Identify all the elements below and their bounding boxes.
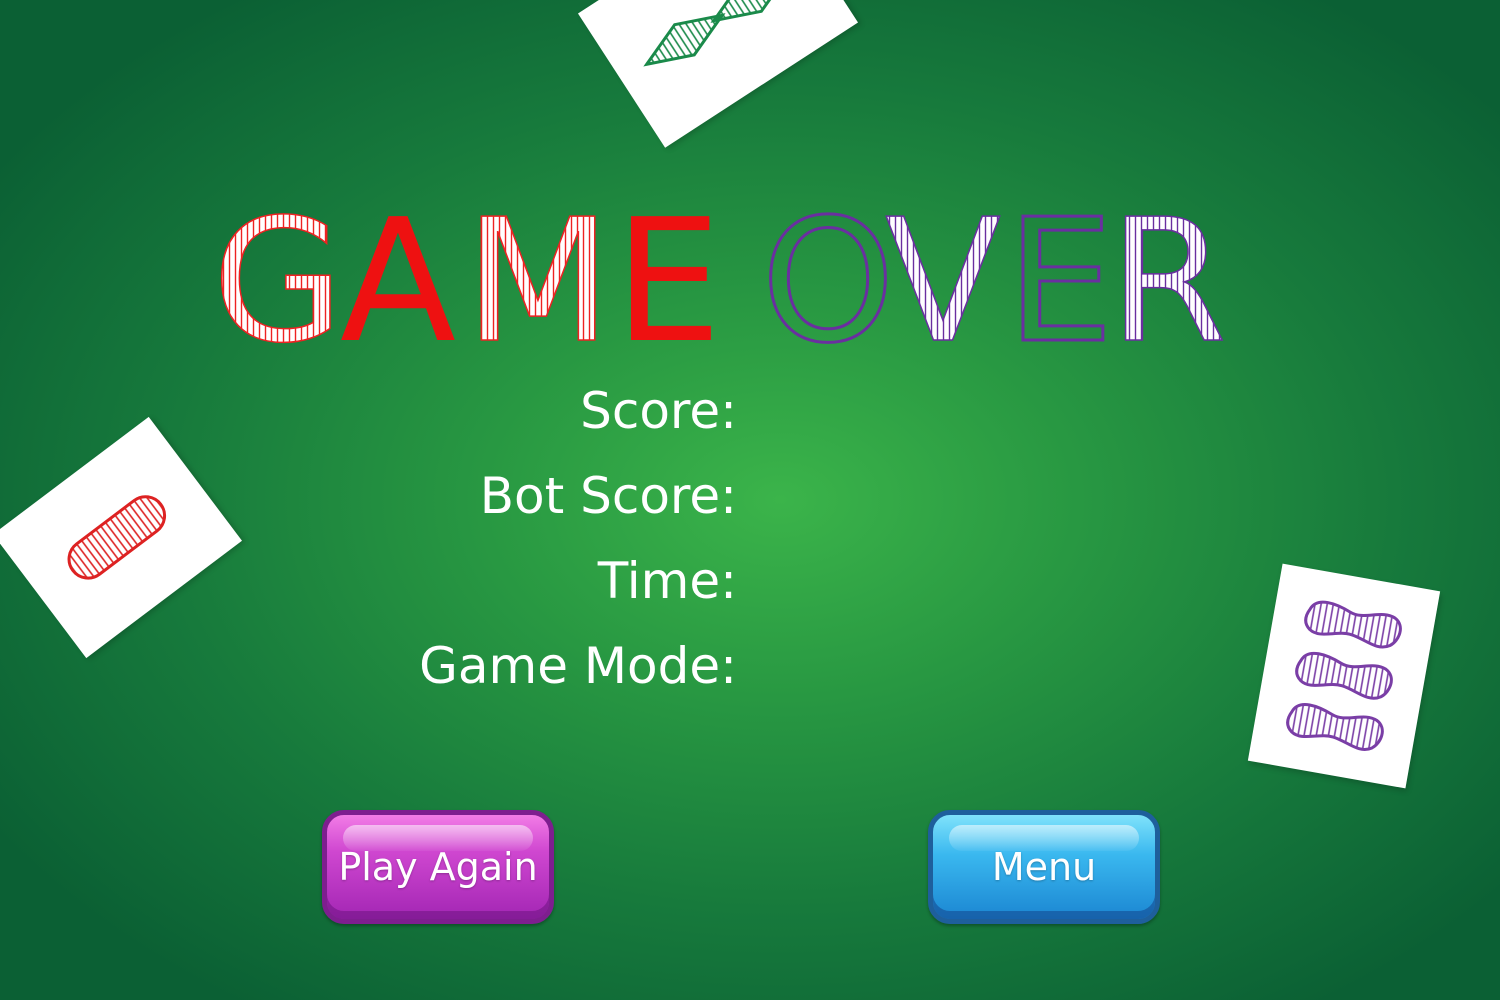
menu-button[interactable]: Menu (928, 810, 1160, 924)
card-purple-squiggles (1247, 563, 1441, 789)
title-letter-o: O (761, 183, 895, 381)
card-red-oval (0, 416, 243, 659)
title-letter-g: G (212, 183, 344, 381)
title-letter-m: M (465, 183, 612, 381)
play-again-button[interactable]: Play Again (322, 810, 554, 924)
time-label: Time: (597, 552, 737, 610)
squiggle-shape (1292, 648, 1396, 703)
score-label: Score: (580, 382, 737, 440)
title-letter-a: A (340, 183, 456, 381)
menu-label: Menu (991, 845, 1097, 889)
game-mode-label: Game Mode: (419, 637, 737, 695)
play-again-label: Play Again (338, 845, 538, 889)
squiggle-shape (1301, 597, 1405, 652)
title-letter-e: E (1006, 183, 1113, 381)
bot-score-label: Bot Score: (479, 467, 737, 525)
title-letter-v: V (885, 183, 1001, 381)
title-letter-r: R (1109, 183, 1227, 381)
game-over-title: GA M E OV ER (211, 182, 1227, 383)
oval-shape (67, 495, 167, 580)
title-letter-e: E (614, 183, 721, 381)
squiggle-shape (1283, 700, 1387, 754)
